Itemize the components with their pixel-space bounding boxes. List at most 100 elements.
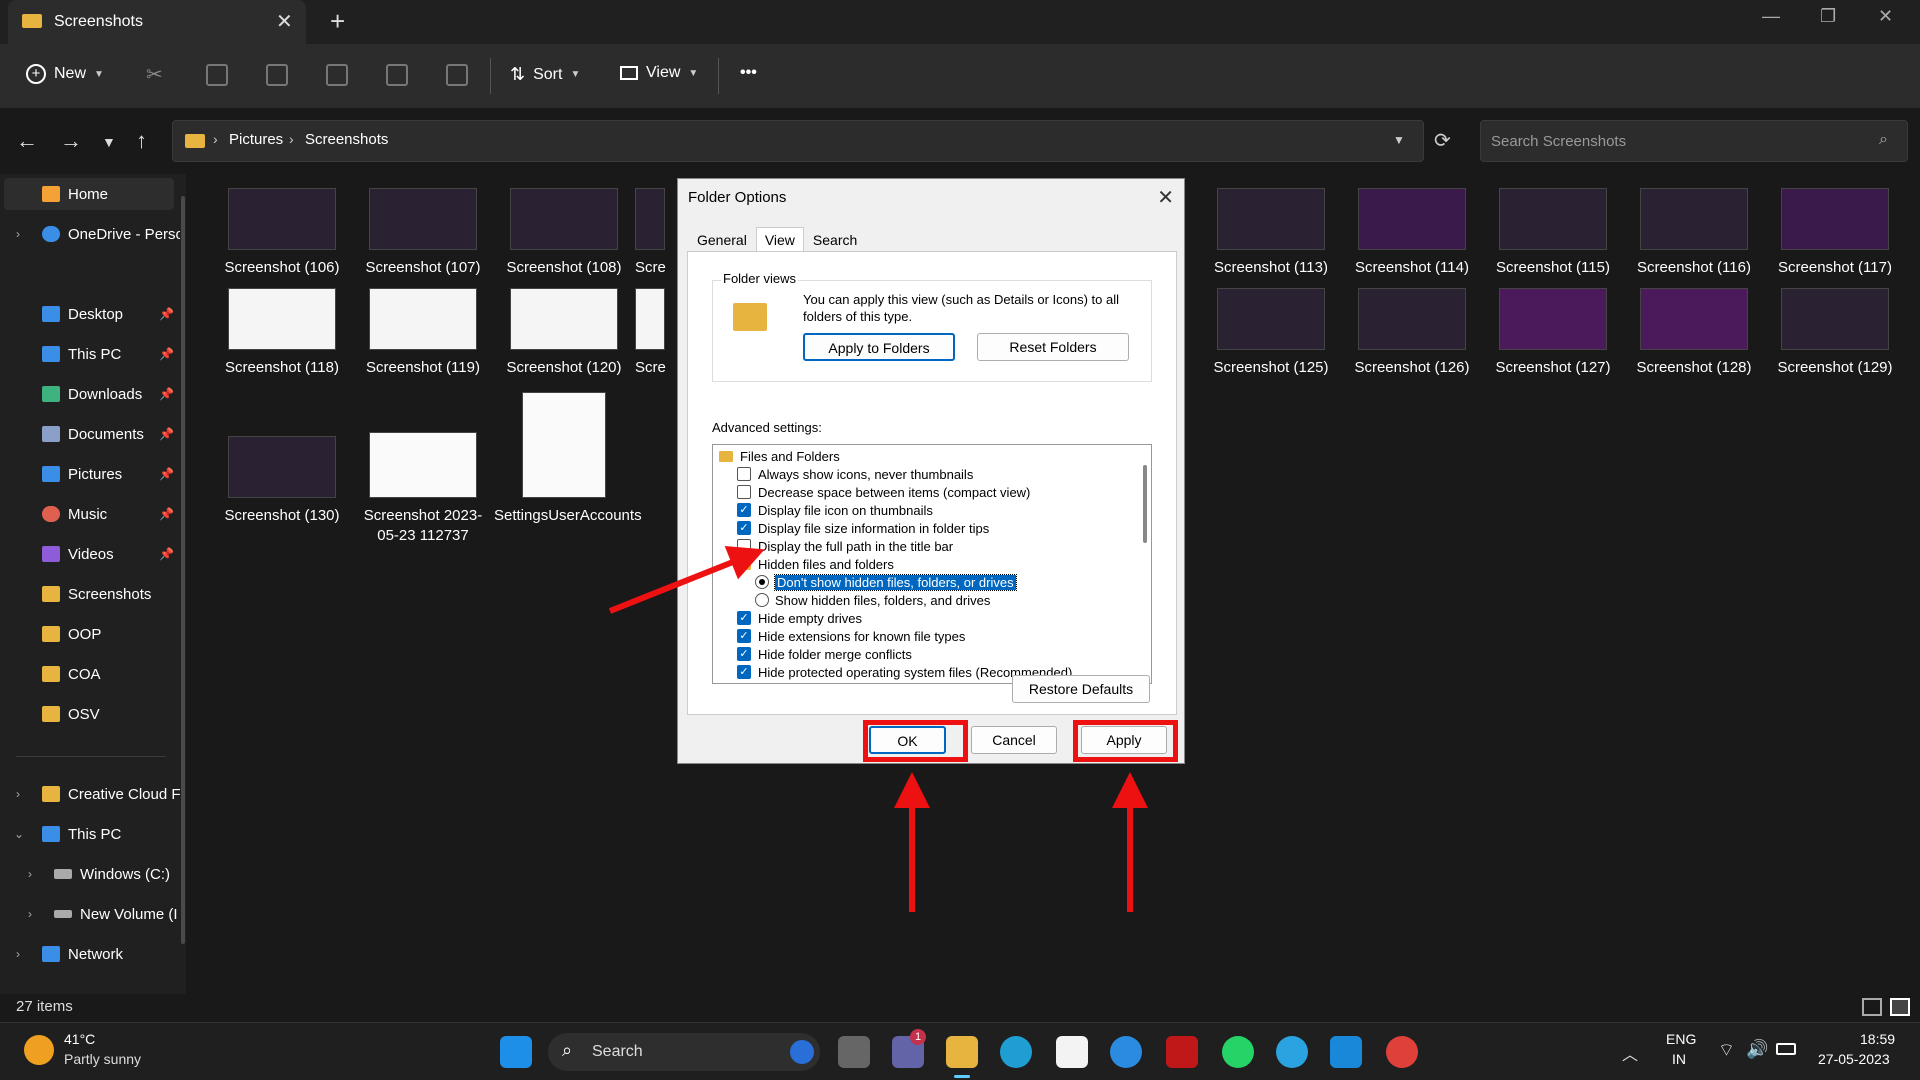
new-button[interactable]: + New ▼	[26, 64, 104, 84]
paste-icon[interactable]	[266, 64, 288, 86]
clock-time[interactable]: 18:59	[1860, 1031, 1895, 1047]
checkbox-icon[interactable]	[737, 539, 751, 553]
minimize-button[interactable]: —	[1762, 6, 1780, 27]
reset-folders-button[interactable]: Reset Folders	[977, 333, 1129, 361]
file-item[interactable]: SettingsUserAccounts	[494, 392, 642, 526]
radio-selected-icon[interactable]	[755, 575, 769, 589]
sidebar-item-onedrive[interactable]: › OneDrive - Perso	[0, 218, 180, 250]
sidebar-item-this-pc[interactable]: This PC 📌	[0, 338, 180, 370]
always-show-icons-checkbox[interactable]: Always show icons, never thumbnails	[737, 465, 973, 483]
file-item[interactable]: Screenshot (118)	[212, 288, 352, 378]
file-item[interactable]: Screenshot (129)	[1765, 288, 1905, 378]
hide-merge-conflicts-checkbox[interactable]: ✓ Hide folder merge conflicts	[737, 645, 912, 663]
radio-icon[interactable]	[755, 593, 769, 607]
sidebar-item-creative-cloud[interactable]: › Creative Cloud F	[0, 778, 180, 810]
sidebar-item-windows-c[interactable]: › Windows (C:)	[0, 858, 180, 890]
back-icon[interactable]: ←	[16, 128, 38, 154]
file-explorer-icon[interactable]	[946, 1036, 978, 1068]
large-icons-view-icon[interactable]	[1890, 998, 1910, 1016]
tab-close-icon[interactable]: ✕	[276, 9, 293, 34]
checkbox-checked-icon[interactable]: ✓	[737, 521, 751, 535]
checkbox-icon[interactable]	[737, 485, 751, 499]
start-icon[interactable]	[500, 1036, 532, 1068]
breadcrumb-screenshots[interactable]: Screenshots	[305, 131, 388, 148]
file-icon-thumbnails-checkbox[interactable]: ✓ Display file icon on thumbnails	[737, 501, 933, 519]
file-item[interactable]: Screenshot (115)	[1483, 188, 1623, 278]
chrome-icon[interactable]	[1386, 1036, 1418, 1068]
tab-general[interactable]: General	[688, 227, 756, 253]
delete-icon[interactable]	[446, 64, 468, 86]
checkbox-checked-icon[interactable]: ✓	[737, 611, 751, 625]
sidebar-item-pictures[interactable]: Pictures 📌	[0, 458, 180, 490]
details-view-icon[interactable]	[1862, 998, 1882, 1016]
view-button[interactable]: View ▼	[620, 64, 698, 82]
file-item[interactable]: Screenshot (125)	[1201, 288, 1341, 378]
chevron-right-icon[interactable]: ›	[16, 787, 20, 801]
up-icon[interactable]: ↑	[136, 128, 147, 154]
tab-view[interactable]: View	[755, 227, 804, 253]
file-item[interactable]: Screenshot (108)	[494, 188, 634, 278]
sidebar-item-network[interactable]: › Network	[0, 938, 180, 970]
cancel-button[interactable]: Cancel	[971, 726, 1057, 754]
search-box[interactable]: Search Screenshots ⌕	[1480, 120, 1908, 162]
checkbox-checked-icon[interactable]: ✓	[737, 503, 751, 517]
forward-icon[interactable]: →	[60, 128, 82, 154]
checkbox-icon[interactable]	[737, 467, 751, 481]
file-item[interactable]: Screenshot (130)	[212, 436, 352, 526]
telegram-icon[interactable]	[1276, 1036, 1308, 1068]
refresh-icon[interactable]: ⟳	[1434, 128, 1451, 153]
chevron-right-icon[interactable]: ›	[28, 867, 32, 881]
chevron-down-icon[interactable]: ⌄	[14, 827, 24, 841]
file-item[interactable]: Scre	[635, 188, 677, 278]
sidebar-item-music[interactable]: Music 📌	[0, 498, 180, 530]
language-line2[interactable]: IN	[1672, 1051, 1686, 1067]
tab-screenshots[interactable]: Screenshots ✕	[8, 0, 306, 44]
chevron-right-icon[interactable]: ›	[16, 947, 20, 961]
file-item[interactable]: Screenshot (127)	[1483, 288, 1623, 378]
more-options-button[interactable]: •••	[740, 64, 757, 82]
weather-text[interactable]: Partly sunny	[64, 1051, 141, 1067]
taskbar-search[interactable]: ⌕ Search	[548, 1033, 820, 1071]
sidebar-item-oop[interactable]: OOP	[0, 618, 180, 650]
search-icon[interactable]: ⌕	[1879, 131, 1888, 149]
file-item[interactable]: Screenshot (120)	[494, 288, 634, 378]
file-item[interactable]: Scre	[635, 288, 677, 378]
sidebar-item-home[interactable]: Home	[4, 178, 174, 210]
help-icon[interactable]	[1110, 1036, 1142, 1068]
store-icon[interactable]	[1056, 1036, 1088, 1068]
address-history-chevron-icon[interactable]: ▼	[1393, 133, 1405, 147]
restore-defaults-button[interactable]: Restore Defaults	[1012, 675, 1150, 703]
checkbox-checked-icon[interactable]: ✓	[737, 647, 751, 661]
file-item[interactable]: Screenshot (128)	[1624, 288, 1764, 378]
tab-search[interactable]: Search	[804, 227, 866, 253]
sidebar-item-documents[interactable]: Documents 📌	[0, 418, 180, 450]
show-hidden-radio[interactable]: Show hidden files, folders, and drives	[755, 591, 990, 609]
sidebar-item-new-volume[interactable]: › New Volume (I	[0, 898, 180, 930]
chevron-up-icon[interactable]: ︿	[1622, 1041, 1638, 1065]
file-item[interactable]: Screenshot (106)	[212, 188, 352, 278]
file-item[interactable]: Screenshot (113)	[1201, 188, 1341, 278]
wifi-icon[interactable]: ⌔	[1718, 1039, 1735, 1062]
apply-to-folders-button[interactable]: Apply to Folders	[803, 333, 955, 361]
battery-icon[interactable]	[1776, 1043, 1796, 1055]
file-size-info-checkbox[interactable]: ✓ Display file size information in folder…	[737, 519, 989, 537]
sidebar-item-this-pc-tree[interactable]: ⌄ This PC	[0, 818, 180, 850]
sidebar-item-desktop[interactable]: Desktop 📌	[0, 298, 180, 330]
sidebar-item-screenshots[interactable]: Screenshots	[0, 578, 180, 610]
mcafee-icon[interactable]	[1166, 1036, 1198, 1068]
whatsapp-icon[interactable]	[1222, 1036, 1254, 1068]
checkbox-checked-icon[interactable]: ✓	[737, 665, 751, 679]
search-placeholder[interactable]: Search Screenshots	[1491, 133, 1626, 150]
chevron-right-icon[interactable]: ›	[16, 227, 20, 241]
cut-icon[interactable]: ✂	[146, 62, 168, 86]
dont-show-hidden-radio[interactable]: Don't show hidden files, folders, or dri…	[755, 573, 1017, 591]
edge-icon[interactable]	[1000, 1036, 1032, 1068]
file-item[interactable]: Screenshot 2023-05-23 112737	[353, 432, 493, 546]
hide-empty-drives-checkbox[interactable]: ✓ Hide empty drives	[737, 609, 862, 627]
chevron-right-icon[interactable]: ›	[28, 907, 32, 921]
weather-icon[interactable]	[24, 1035, 54, 1065]
myhp-icon[interactable]	[1330, 1036, 1362, 1068]
checkbox-checked-icon[interactable]: ✓	[737, 629, 751, 643]
file-item[interactable]: Screenshot (107)	[353, 188, 493, 278]
file-item[interactable]: Screenshot (126)	[1342, 288, 1482, 378]
